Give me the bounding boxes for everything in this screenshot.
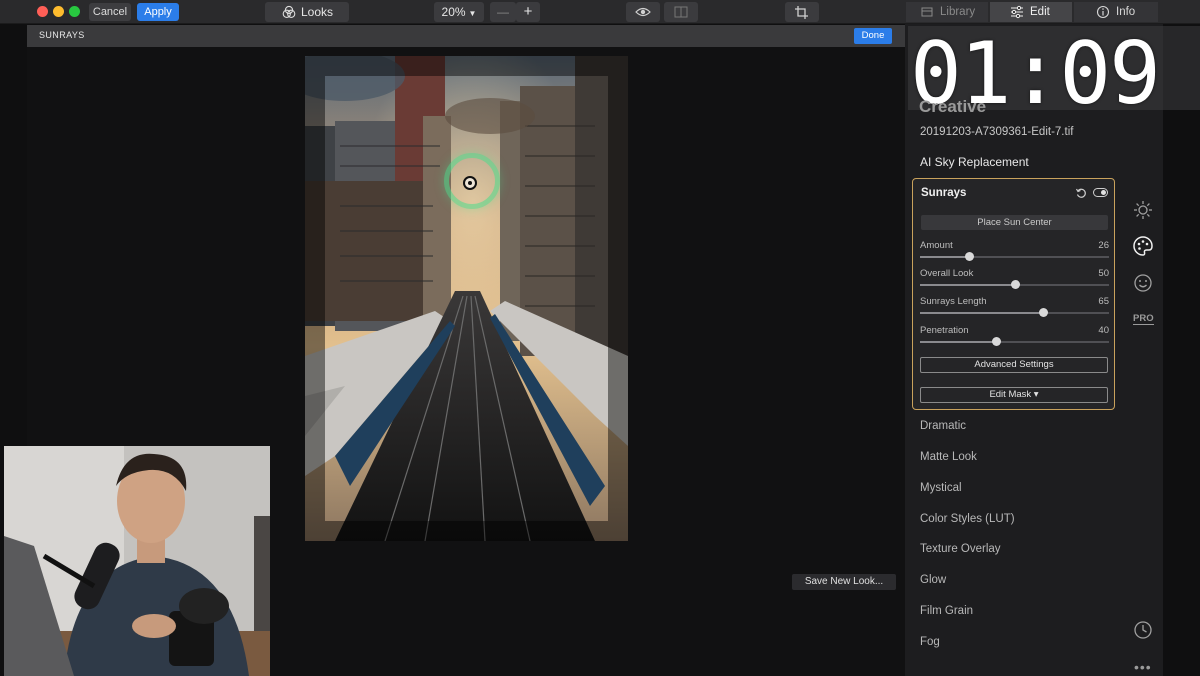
filter-header-bar: SUNRAYS Done	[27, 25, 905, 47]
list-item[interactable]: Dramatic	[920, 420, 966, 432]
place-sun-center-button[interactable]: Place Sun Center	[921, 215, 1108, 230]
filter-toggle-switch[interactable]	[1093, 188, 1108, 197]
crop-icon	[795, 6, 808, 19]
sliders-icon	[1011, 5, 1023, 19]
slider-label: Overall Look	[920, 268, 974, 279]
slider-fill	[920, 284, 1015, 286]
overall-look-slider[interactable]: Overall Look 50	[920, 268, 1109, 290]
city-railway-photo	[305, 56, 628, 541]
list-item[interactable]: Matte Look	[920, 451, 977, 463]
list-item[interactable]: Film Grain	[920, 605, 973, 617]
tab-info[interactable]: Info	[1074, 2, 1158, 22]
tab-edit[interactable]: Edit	[990, 2, 1072, 22]
list-item[interactable]: Texture Overlay	[920, 543, 1001, 555]
list-item[interactable]: Mystical	[920, 482, 962, 494]
photo-preview[interactable]	[305, 56, 628, 541]
list-item[interactable]: Fog	[920, 636, 940, 648]
chevron-down-icon: ▼	[468, 9, 477, 18]
category-icon-bar	[1120, 24, 1164, 676]
list-item[interactable]: Glow	[920, 574, 946, 586]
palette-icon[interactable]	[1132, 235, 1154, 257]
window-close-button[interactable]	[37, 6, 48, 17]
slider-label: Penetration	[920, 325, 969, 336]
window-minimize-button[interactable]	[53, 6, 64, 17]
webcam-overlay	[4, 446, 270, 676]
looks-label: Looks	[301, 5, 334, 19]
tab-library-label: Library	[940, 6, 976, 18]
slider-value: 50	[1098, 268, 1109, 279]
zoom-value: 20%	[441, 5, 466, 19]
face-icon[interactable]	[1132, 272, 1154, 294]
slider-value: 65	[1098, 296, 1109, 307]
filter-title: SUNRAYS	[39, 30, 85, 40]
slider-value: 40	[1098, 325, 1109, 336]
crop-button[interactable]	[785, 2, 819, 22]
more-options-icon[interactable]: •••	[1134, 659, 1152, 675]
info-icon	[1096, 5, 1110, 19]
cancel-button[interactable]: Cancel	[89, 3, 131, 21]
slider-thumb[interactable]	[965, 252, 975, 261]
looks-button[interactable]: Looks	[265, 2, 349, 22]
history-clock-icon[interactable]	[1132, 619, 1154, 641]
compare-icon	[674, 6, 688, 18]
penetration-slider[interactable]: Penetration 40	[920, 325, 1109, 347]
done-button[interactable]: Done	[854, 28, 892, 44]
advanced-settings-button[interactable]: Advanced Settings	[920, 357, 1108, 373]
zoom-in-button[interactable]: +	[516, 2, 540, 22]
slider-fill	[920, 341, 996, 343]
save-new-look-button[interactable]: Save New Look...	[792, 574, 896, 590]
compare-button[interactable]	[664, 2, 698, 22]
zoom-select[interactable]: 20% ▼	[434, 2, 484, 22]
file-name: 20191203-A7309361-Edit-7.tif	[920, 126, 1074, 138]
window-zoom-button[interactable]	[69, 6, 80, 17]
slider-value: 26	[1098, 240, 1109, 251]
ai-sky-replacement-item[interactable]: AI Sky Replacement	[920, 155, 1029, 169]
slider-label: Sunrays Length	[920, 296, 987, 307]
section-heading: Creative	[919, 97, 987, 116]
slider-label: Amount	[920, 240, 953, 251]
top-toolbar: Cancel Apply Looks 20% ▼ — + Library Edi…	[0, 0, 1200, 24]
edit-mask-button[interactable]: Edit Mask ▾	[920, 387, 1108, 403]
presenter-video	[4, 446, 270, 676]
library-icon	[921, 7, 933, 17]
sun-center-handle[interactable]	[463, 176, 477, 190]
preview-toggle-button[interactable]	[626, 2, 660, 22]
amount-slider[interactable]: Amount 26	[920, 240, 1109, 262]
slider-fill	[920, 256, 970, 258]
slider-thumb[interactable]	[1010, 280, 1020, 289]
list-item[interactable]: Color Styles (LUT)	[920, 513, 1015, 525]
eye-icon	[635, 7, 651, 17]
sun-icon[interactable]	[1132, 199, 1154, 221]
apply-button[interactable]: Apply	[137, 3, 179, 21]
reset-icon[interactable]	[1075, 187, 1087, 199]
tab-edit-label: Edit	[1030, 6, 1050, 18]
slider-thumb[interactable]	[1038, 308, 1048, 317]
sunrays-title: Sunrays	[921, 187, 967, 199]
slider-thumb[interactable]	[991, 337, 1001, 346]
pro-badge[interactable]: PRO	[1133, 313, 1154, 325]
tab-info-label: Info	[1116, 6, 1136, 18]
zoom-out-button[interactable]: —	[490, 2, 516, 22]
sunrays-length-slider[interactable]: Sunrays Length 65	[920, 296, 1109, 318]
looks-icon	[282, 5, 296, 18]
slider-fill	[920, 312, 1043, 314]
tab-library[interactable]: Library	[906, 2, 988, 22]
sunrays-card: Sunrays Place Sun Center Amount 26 Overa…	[912, 178, 1115, 410]
